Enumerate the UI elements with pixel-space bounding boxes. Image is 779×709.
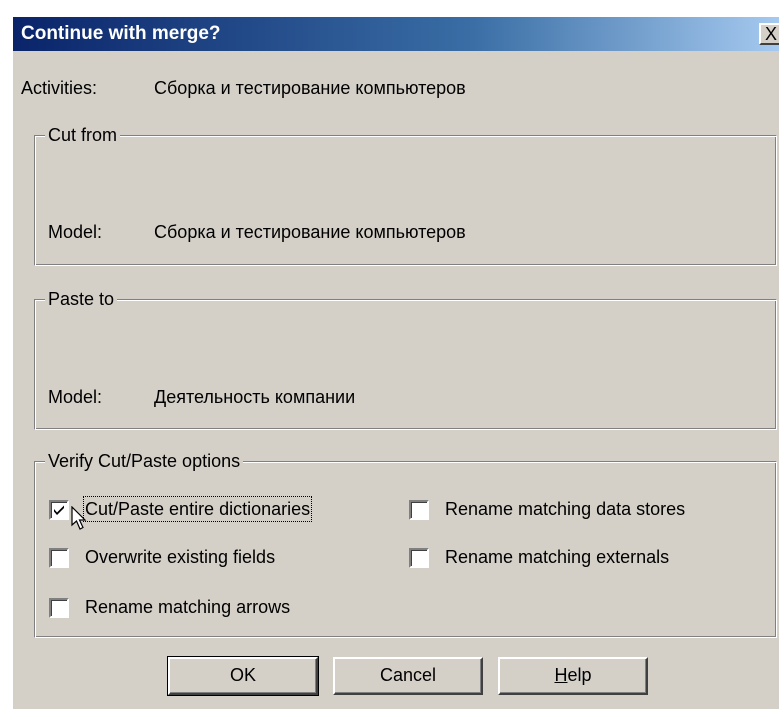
- help-mnemonic: H: [554, 665, 568, 685]
- paste-to-model-label: Model:: [48, 387, 103, 407]
- close-button[interactable]: X: [759, 23, 779, 45]
- paste-to-legend: Paste to: [45, 288, 118, 310]
- paste-to-model-value: Деятельность компании: [154, 387, 356, 407]
- activities-value: Сборка и тестирование компьютеров: [154, 78, 466, 98]
- help-label-rest: elp: [567, 665, 592, 685]
- help-button[interactable]: Help: [498, 657, 648, 695]
- label-entire-dictionaries[interactable]: Cut/Paste entire dictionaries: [82, 496, 313, 522]
- checkbox-rename-arrows[interactable]: [49, 598, 69, 618]
- checkbox-entire-dictionaries[interactable]: [49, 500, 69, 520]
- mouse-pointer-icon: [71, 506, 87, 530]
- label-rename-data-stores[interactable]: Rename matching data stores: [445, 498, 685, 520]
- merge-dialog: Continue with merge? X Activities: Сборк…: [12, 16, 779, 709]
- options-legend: Verify Cut/Paste options: [45, 450, 244, 472]
- cut-from-group: Cut from Model: Сборка и тестирование ко…: [34, 124, 777, 266]
- checkbox-overwrite-fields[interactable]: [49, 548, 69, 568]
- checkmark-icon: [54, 505, 64, 515]
- paste-to-group: Paste to Model: Деятельность компании: [34, 288, 777, 430]
- cut-from-model-value: Сборка и тестирование компьютеров: [154, 222, 466, 242]
- label-overwrite-fields[interactable]: Overwrite existing fields: [85, 546, 275, 568]
- checkbox-rename-externals[interactable]: [409, 548, 429, 568]
- close-icon: X: [764, 24, 777, 44]
- cut-from-legend: Cut from: [45, 124, 121, 146]
- cancel-button[interactable]: Cancel: [333, 657, 483, 695]
- cut-from-model-label: Model:: [48, 222, 103, 242]
- label-rename-arrows[interactable]: Rename matching arrows: [85, 596, 290, 618]
- title-bar: Continue with merge? X: [13, 17, 779, 51]
- options-group: Verify Cut/Paste options Cut/Paste entir…: [34, 450, 777, 638]
- activities-label: Activities:: [21, 78, 98, 98]
- checkbox-rename-data-stores[interactable]: [409, 500, 429, 520]
- dialog-title: Continue with merge?: [21, 23, 221, 44]
- label-rename-externals[interactable]: Rename matching externals: [445, 546, 669, 568]
- ok-button[interactable]: OK: [167, 656, 319, 696]
